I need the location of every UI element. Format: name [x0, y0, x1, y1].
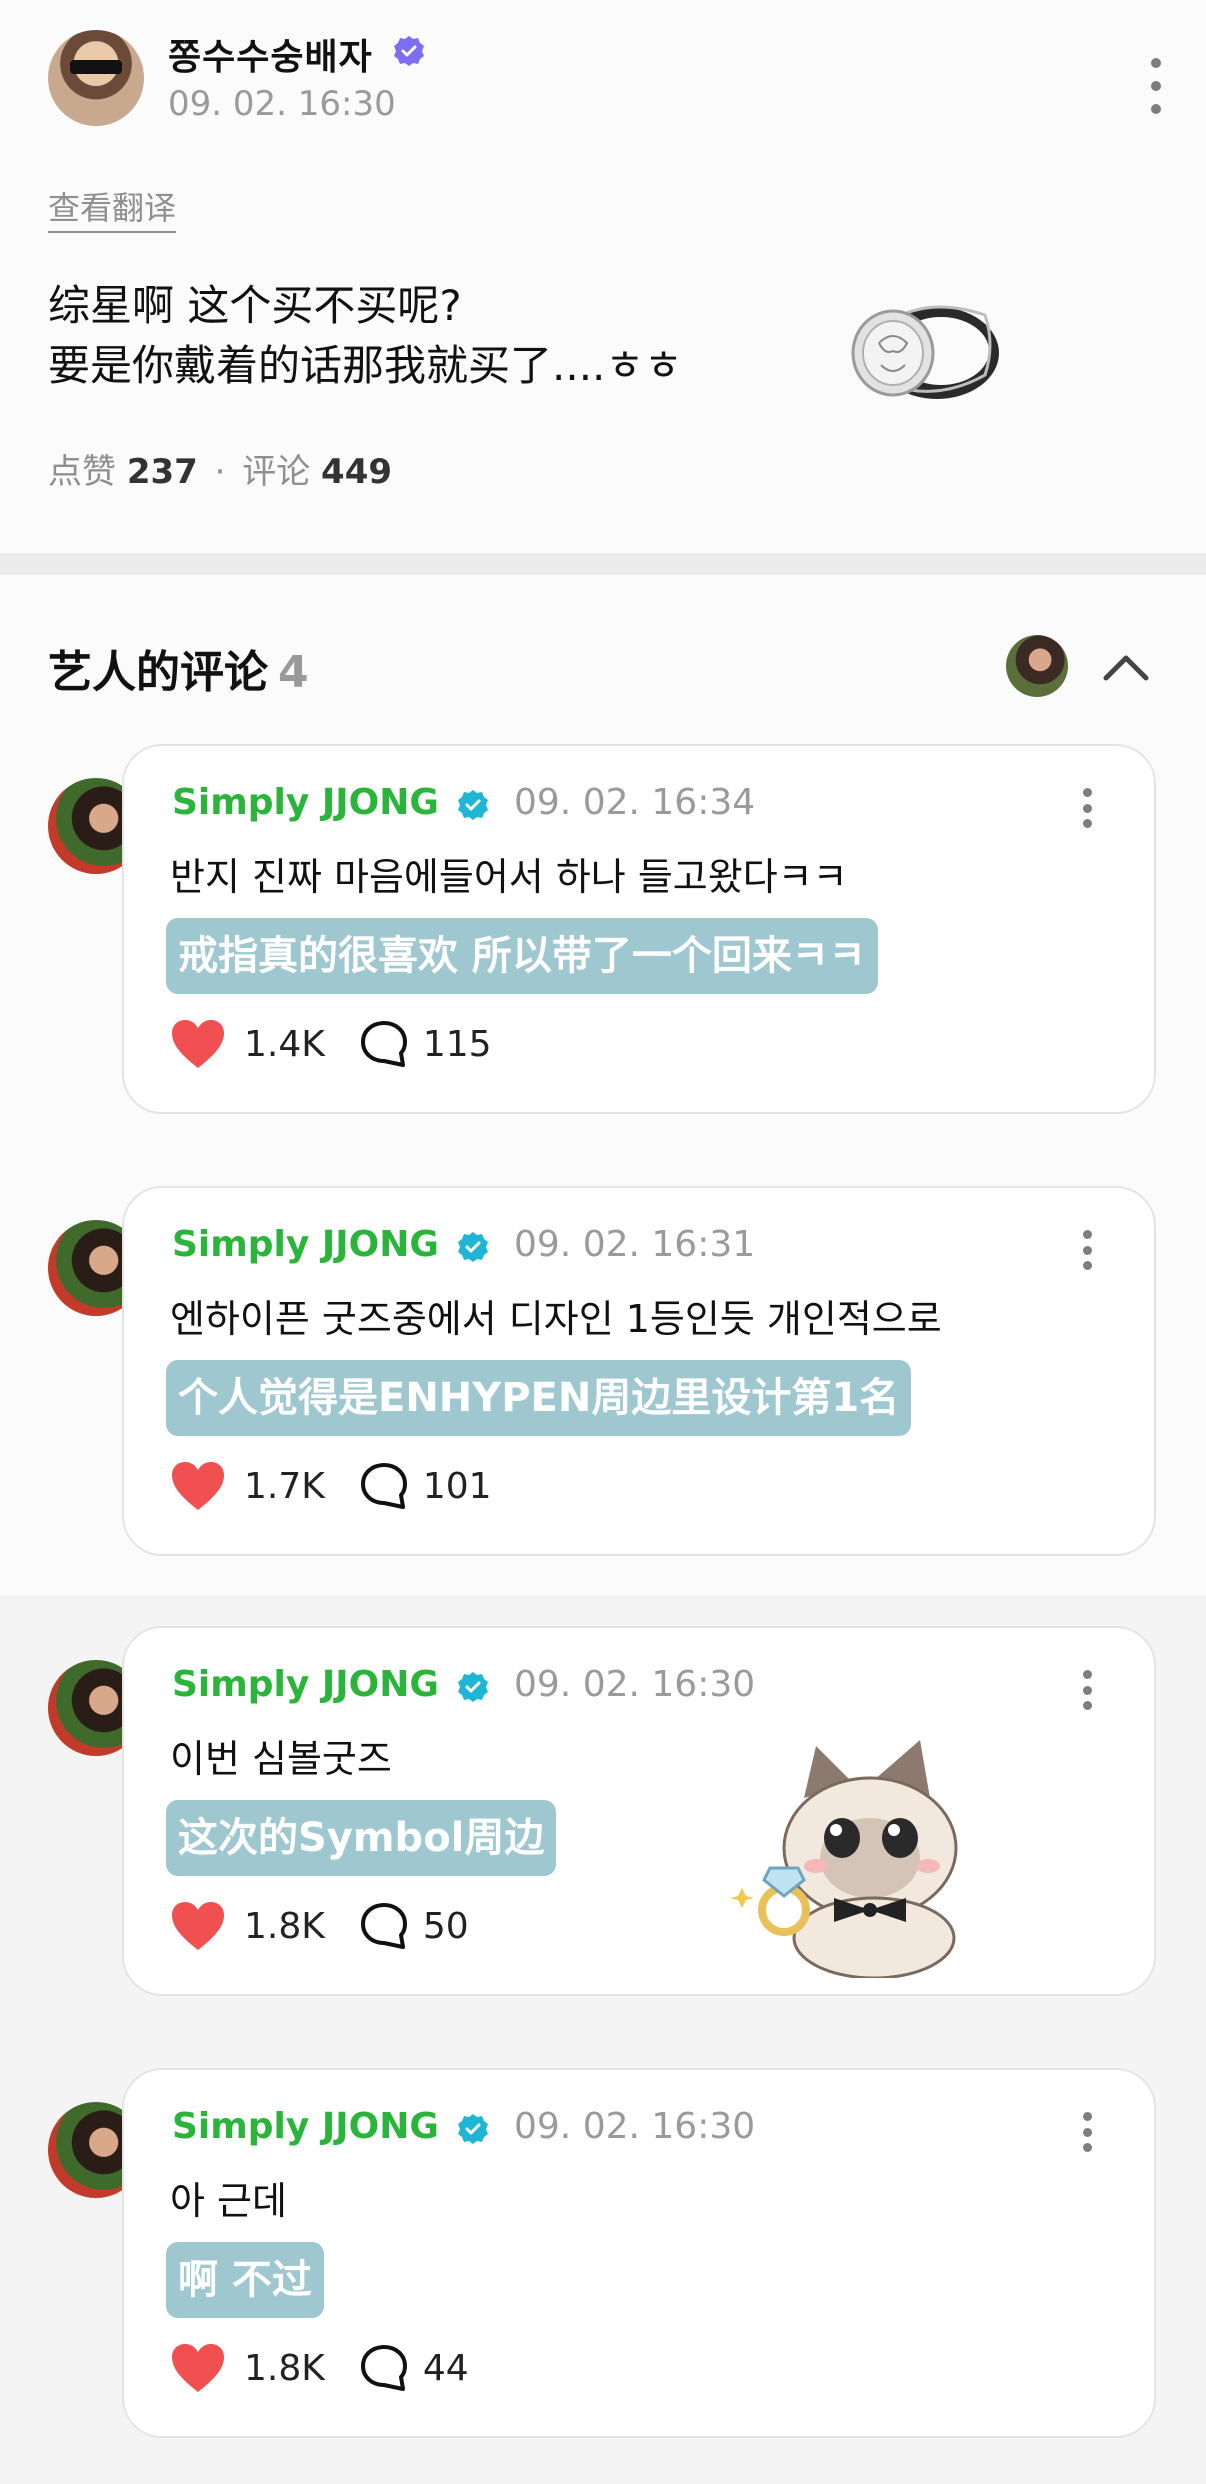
comment-text: 반지 진짜 마음에들어서 하나 들고왔다ㅋㅋ: [170, 855, 848, 899]
heart-icon[interactable]: [170, 1900, 226, 1952]
artist-avatar[interactable]: [1006, 635, 1068, 697]
comment-card: Simply JJONG 09. 02. 16:34 반지 진짜 마음에들어서 …: [122, 744, 1156, 1114]
commenter-name[interactable]: Simply JJONG: [172, 1224, 439, 1265]
author-name[interactable]: 쫑수수숭배자: [168, 28, 373, 80]
comment-card: Simply JJONG 09. 02. 16:30 이번 심볼굿즈 这次的Sy…: [122, 1626, 1156, 1996]
likes-count: 237: [126, 452, 198, 492]
section-title-text: 艺人的评论: [48, 647, 268, 698]
commenter-name[interactable]: Simply JJONG: [172, 2106, 439, 2147]
comment-text: 이번 심볼굿즈: [170, 1737, 392, 1781]
comment-time: 09. 02. 16:30: [514, 2106, 756, 2147]
comment-translation: 戒指真的很喜欢 所以带了一个回来ㅋㅋ: [166, 918, 878, 994]
post-stats: 点赞 237 · 评论 449: [48, 444, 392, 493]
comments-label: 评论: [242, 452, 311, 492]
comment-translation: 这次的Symbol周边: [166, 1800, 557, 1876]
heart-icon[interactable]: [170, 1018, 226, 1070]
translate-link[interactable]: 查看翻译: [48, 183, 177, 233]
comment-bubble-icon[interactable]: [359, 1901, 409, 1951]
comment-bubble-icon[interactable]: [359, 1019, 409, 1069]
post-body-line: 要是你戴着的话那我就买了....ㅎㅎ: [48, 341, 683, 390]
ring-image[interactable]: [845, 285, 1005, 410]
comments-count: 449: [321, 452, 393, 492]
like-count: 1.7K: [244, 1465, 325, 1507]
comment-text: 엔하이픈 굿즈중에서 디자인 1등인듯 개인적으로: [170, 1297, 942, 1341]
comment-text: 아 근데: [170, 2179, 287, 2223]
like-count: 1.8K: [244, 1905, 325, 1947]
comment-time: 09. 02. 16:30: [514, 1664, 756, 1705]
post-time: 09. 02. 16:30: [168, 84, 396, 124]
verified-icon: [394, 36, 424, 66]
comment-bubble-icon[interactable]: [359, 2343, 409, 2393]
comment-card: Simply JJONG 09. 02. 16:30 아 근데 啊 不过 1.8…: [122, 2068, 1156, 2438]
comment-time: 09. 02. 16:31: [514, 1224, 756, 1265]
comment-time: 09. 02. 16:34: [514, 782, 756, 823]
comment-translation: 个人觉得是ENHYPEN周边里设计第1名: [166, 1360, 912, 1436]
verified-icon: [458, 2114, 488, 2144]
reply-count: 101: [422, 1465, 492, 1507]
commenter-name[interactable]: Simply JJONG: [172, 1664, 439, 1705]
section-divider: [0, 553, 1206, 575]
reply-count: 115: [422, 1023, 492, 1065]
more-icon[interactable]: [1082, 1230, 1092, 1270]
comment-bubble-icon[interactable]: [359, 1461, 409, 1511]
chevron-up-icon[interactable]: [1100, 648, 1152, 684]
commenter-name[interactable]: Simply JJONG: [172, 782, 439, 823]
comment-stats: 1.8K 50: [170, 1898, 469, 1954]
like-count: 1.4K: [244, 1023, 325, 1065]
author-avatar[interactable]: [48, 30, 144, 126]
post-body: 综星啊 这个买不买呢? 要是你戴着的话那我就买了....ㅎㅎ: [48, 276, 808, 396]
heart-icon[interactable]: [170, 2342, 226, 2394]
post-body-line: 综星啊 这个买不买呢?: [48, 281, 462, 330]
comment-translation: 啊 不过: [166, 2242, 324, 2318]
more-icon[interactable]: [1082, 788, 1092, 828]
comment-stats: 1.8K 44: [170, 2340, 469, 2396]
verified-icon: [458, 1232, 488, 1262]
like-count: 1.8K: [244, 2347, 325, 2389]
comment-stats: 1.4K 115: [170, 1016, 492, 1072]
post: 쫑수수숭배자 09. 02. 16:30 查看翻译 综星啊 这个买不买呢? 要是…: [0, 0, 1206, 553]
verified-icon: [458, 790, 488, 820]
more-icon[interactable]: [1082, 2112, 1092, 2152]
section-count: 4: [278, 647, 309, 698]
more-icon[interactable]: [1150, 58, 1162, 114]
section-title: 艺人的评论 4: [48, 636, 309, 700]
heart-icon[interactable]: [170, 1460, 226, 1512]
verified-icon: [458, 1672, 488, 1702]
cat-sticker: [730, 1740, 958, 1978]
comment-stats: 1.7K 101: [170, 1458, 492, 1514]
likes-label: 点赞: [48, 452, 116, 492]
stats-separator: ·: [214, 452, 226, 492]
reply-count: 44: [422, 2347, 469, 2389]
comment-card: Simply JJONG 09. 02. 16:31 엔하이픈 굿즈중에서 디자…: [122, 1186, 1156, 1556]
reply-count: 50: [422, 1905, 469, 1947]
more-icon[interactable]: [1082, 1670, 1092, 1710]
